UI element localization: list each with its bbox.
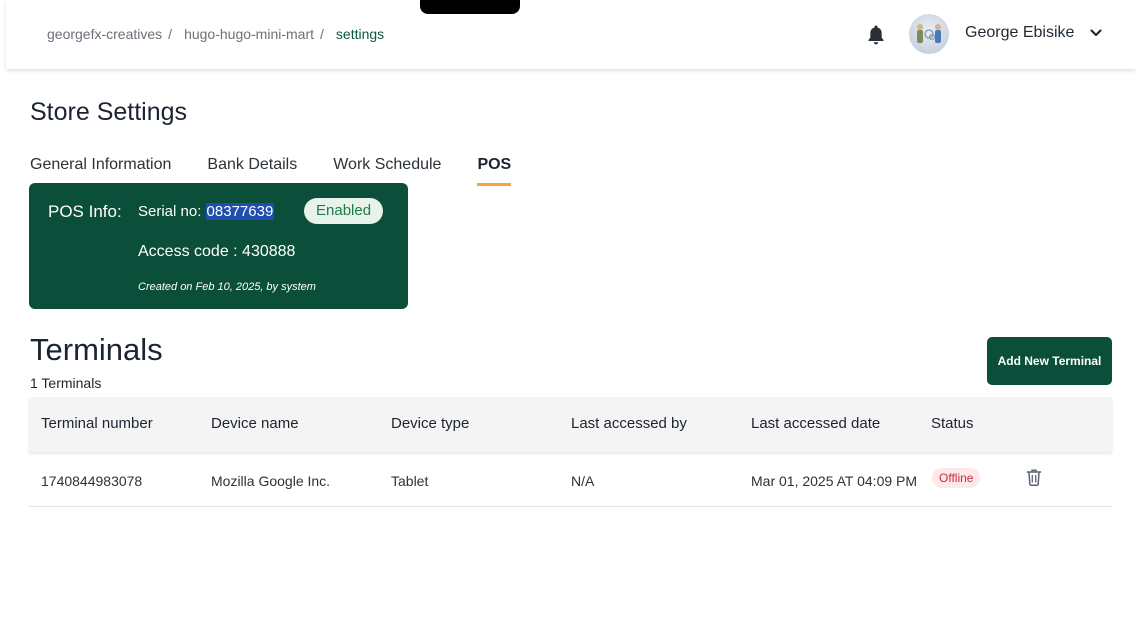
last-accessed-date: Mar 01, 2025 AT 04:09 PM xyxy=(751,473,918,489)
tab-general-information[interactable]: General Information xyxy=(30,156,171,186)
serial-label: Serial no: xyxy=(138,203,202,220)
avatar-icon xyxy=(917,24,941,43)
last-accessed-by: N/A xyxy=(571,473,595,489)
status-badge: Enabled xyxy=(304,198,384,224)
user-name[interactable]: George Ebisike xyxy=(965,24,1074,42)
table-row[interactable]: 1740844983078 Mozilla Google Inc. Tablet… xyxy=(29,452,1112,507)
access-code: Access code : 430888 xyxy=(138,243,296,260)
trash-icon[interactable] xyxy=(1026,468,1042,486)
status-badge: Offline xyxy=(932,468,981,488)
breadcrumb-separator: / xyxy=(320,26,324,42)
camera-notch xyxy=(420,0,520,14)
breadcrumb-separator: / xyxy=(168,26,173,42)
breadcrumb-current: settings xyxy=(335,26,385,42)
page-title: Store Settings xyxy=(30,98,188,126)
table-header: Terminal number Device name Device type … xyxy=(29,397,1112,452)
terminal-number: 1740844983078 xyxy=(41,473,143,489)
column-header: Last accessed by xyxy=(571,415,687,432)
pos-info-label: POS Info: xyxy=(48,202,122,221)
tab-work-schedule[interactable]: Work Schedule xyxy=(333,156,441,186)
terminals-table: Terminal number Device name Device type … xyxy=(29,397,1112,507)
column-header: Device name xyxy=(211,415,299,432)
pos-info-card: POS Info: Serial no: 08377639 Enabled Ac… xyxy=(29,183,408,309)
column-header: Device type xyxy=(391,415,470,432)
terminals-count: 1 Terminals xyxy=(30,375,102,391)
column-header: Terminal number xyxy=(41,415,153,432)
breadcrumb-item-org[interactable]: georgefx-creatives xyxy=(47,26,162,42)
breadcrumb-item-store[interactable]: hugo-hugo-mini-mart xyxy=(184,26,314,42)
top-bar: georgefx-creatives / hugo-hugo-mini-mart… xyxy=(6,0,1136,69)
chevron-down-icon[interactable] xyxy=(1089,26,1103,40)
created-info: Created on Feb 10, 2025, by system xyxy=(138,281,316,293)
column-header: Status xyxy=(931,415,974,432)
column-header: Last accessed date xyxy=(751,415,881,432)
device-name: Mozilla Google Inc. xyxy=(211,473,331,489)
serial-number: Serial no: 08377639 xyxy=(138,203,275,220)
tab-bank-details[interactable]: Bank Details xyxy=(207,156,297,186)
settings-tabs: General Information Bank Details Work Sc… xyxy=(30,156,547,186)
tab-pos[interactable]: POS xyxy=(477,156,512,186)
avatar[interactable] xyxy=(909,14,949,54)
terminals-title: Terminals xyxy=(30,332,163,367)
breadcrumb: georgefx-creatives / hugo-hugo-mini-mart… xyxy=(47,26,384,42)
add-new-terminal-button[interactable]: Add New Terminal xyxy=(987,337,1112,385)
device-type: Tablet xyxy=(391,473,429,489)
serial-value[interactable]: 08377639 xyxy=(205,203,275,220)
bell-icon[interactable] xyxy=(866,24,886,46)
